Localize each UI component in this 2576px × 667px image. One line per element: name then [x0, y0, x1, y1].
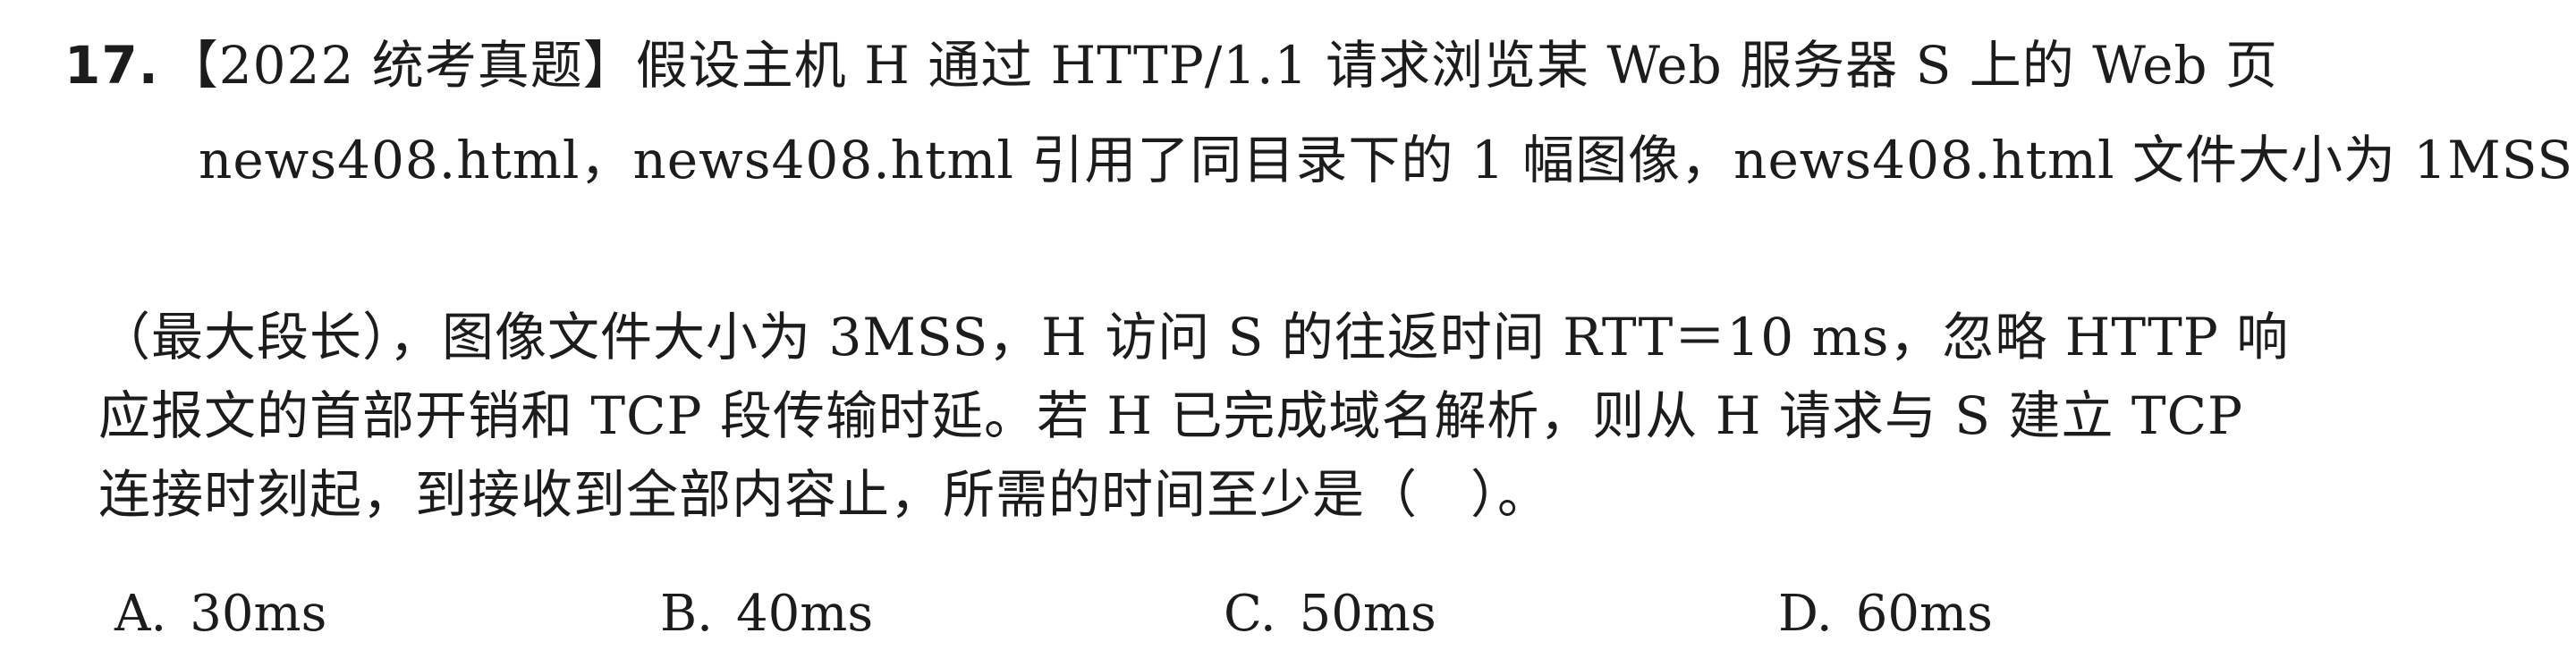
- question-stem-line-2: news408.html，news408.html 引用了同目录下的 1 幅图像…: [199, 130, 2574, 190]
- document-page: 17. 【2022 统考真题】假设主机 H 通过 HTTP/1.1 请求浏览某 W…: [0, 0, 2576, 667]
- answer-options: A. 30ms B. 40ms C. 50ms D. 60ms: [0, 583, 2576, 654]
- option-c[interactable]: C. 50ms: [1224, 583, 1436, 646]
- question-line-1: 17. 【2022 统考真题】假设主机 H 通过 HTTP/1.1 请求浏览某 W…: [64, 34, 2278, 97]
- previous-line-remnant: [107, 0, 126, 23]
- question-stem-line-3: （最大段长），图像文件大小为 3MSS，H 访问 S 的往返时间 RTT＝10 …: [98, 307, 2290, 367]
- option-b-letter: B.: [660, 585, 713, 643]
- question-stem-line-4: 应报文的首部开销和 TCP 段传输时延。若 H 已完成域名解析，则从 H 请求与…: [98, 385, 2244, 446]
- option-b-text: 40ms: [735, 585, 874, 643]
- option-a-letter: A.: [114, 585, 167, 643]
- option-c-letter: C.: [1224, 585, 1276, 643]
- question-stem-line-5: 连接时刻起，到接收到全部内容止，所需的时间至少是（ ）。: [98, 464, 1551, 525]
- option-d-text: 60ms: [1855, 585, 1993, 643]
- question-number: 17.: [64, 35, 159, 96]
- option-d-letter: D.: [1778, 585, 1833, 643]
- question-stem-line-1: 【2022 统考真题】假设主机 H 通过 HTTP/1.1 请求浏览某 Web …: [165, 35, 2278, 96]
- option-a-text: 30ms: [190, 585, 327, 643]
- option-c-text: 50ms: [1299, 585, 1436, 643]
- option-d[interactable]: D. 60ms: [1778, 583, 1993, 646]
- option-a[interactable]: A. 30ms: [114, 583, 326, 646]
- option-b[interactable]: B. 40ms: [660, 583, 873, 646]
